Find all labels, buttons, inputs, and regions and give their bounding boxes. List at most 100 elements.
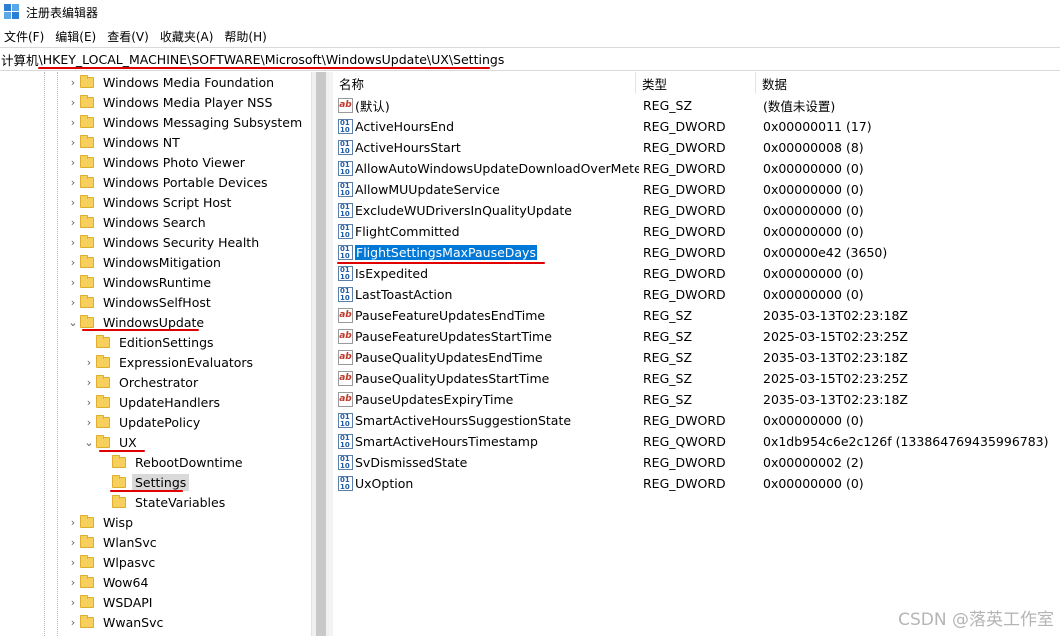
- tree-node[interactable]: › Windows Messaging Subsystem: [66, 112, 305, 132]
- chevron-right-icon[interactable]: ›: [66, 572, 80, 592]
- value-type: REG_DWORD: [643, 413, 726, 428]
- chevron-right-icon[interactable]: ›: [82, 392, 96, 412]
- no-expander: [98, 452, 112, 472]
- value-row[interactable]: ab PauseFeatureUpdatesEndTime REG_SZ 2035-0…: [333, 305, 1060, 326]
- value-row[interactable]: ActiveHoursStart REG_DWORD 0x00000008 (8): [333, 137, 1060, 158]
- chevron-right-icon[interactable]: ›: [66, 612, 80, 632]
- menu-help[interactable]: 帮助(H): [220, 28, 273, 45]
- value-row[interactable]: SmartActiveHoursSuggestionState REG_DWORD…: [333, 410, 1060, 431]
- tree-node[interactable]: › Windows Script Host: [66, 192, 234, 212]
- chevron-right-icon[interactable]: ›: [66, 172, 80, 192]
- tree-node[interactable]: › Windows Portable Devices: [66, 172, 271, 192]
- chevron-right-icon[interactable]: ›: [66, 92, 80, 112]
- value-row[interactable]: UxOption REG_DWORD 0x00000000 (0): [333, 473, 1060, 494]
- chevron-right-icon[interactable]: ›: [66, 272, 80, 292]
- chevron-down-icon[interactable]: ⌄: [66, 312, 80, 332]
- value-row[interactable]: SvDismissedState REG_DWORD 0x00000002 (2): [333, 452, 1060, 473]
- values-list[interactable]: 名称 类型 数据 ab(默认)REG_SZ(数值未设置)ActiveHoursE…: [333, 72, 1060, 636]
- no-expander: [82, 332, 96, 352]
- folder-icon: [80, 274, 94, 288]
- tree-node[interactable]: › Wisp: [66, 512, 136, 532]
- tree-node[interactable]: › Windows Search: [66, 212, 209, 232]
- chevron-right-icon[interactable]: ›: [66, 552, 80, 572]
- chevron-right-icon[interactable]: ›: [66, 132, 80, 152]
- value-row[interactable]: SmartActiveHoursTimestamp REG_QWORD 0x1db9…: [333, 431, 1060, 452]
- value-type: REG_SZ: [643, 350, 693, 365]
- string-value-icon: ab: [338, 371, 353, 386]
- value-data: 0x1db954c6e2c126f (133864769435996783): [763, 434, 1049, 449]
- tree-node[interactable]: › ExpressionEvaluators: [82, 352, 256, 372]
- string-value-icon: ab: [338, 308, 353, 323]
- tree-node[interactable]: › Orchestrator: [82, 372, 201, 392]
- chevron-right-icon[interactable]: ›: [82, 412, 96, 432]
- value-row[interactable]: ab PauseFeatureUpdatesStartTime REG_SZ 2025…: [333, 326, 1060, 347]
- tree-node[interactable]: EditionSettings: [82, 332, 217, 352]
- value-row[interactable]: ab (默认) REG_SZ (数值未设置): [333, 95, 1060, 116]
- value-data: 2035-03-13T02:23:18Z: [763, 308, 908, 323]
- chevron-right-icon[interactable]: ›: [66, 152, 80, 172]
- chevron-right-icon[interactable]: ›: [66, 292, 80, 312]
- tree-node[interactable]: StateVariables: [98, 492, 228, 512]
- value-row[interactable]: ab PauseUpdatesExpiryTime REG_SZ 2035-03-13…: [333, 389, 1060, 410]
- folder-icon: [80, 534, 94, 548]
- chevron-right-icon[interactable]: ›: [66, 112, 80, 132]
- chevron-right-icon[interactable]: ›: [66, 212, 80, 232]
- menu-favorites[interactable]: 收藏夹(A): [156, 28, 221, 45]
- chevron-right-icon[interactable]: ›: [82, 372, 96, 392]
- tree-node[interactable]: › WindowsMitigation: [66, 252, 224, 272]
- tree-node[interactable]: › Wow64: [66, 572, 151, 592]
- value-row[interactable]: AllowMUUpdateService REG_DWORD 0x00000000 …: [333, 179, 1060, 200]
- tree-node[interactable]: › WindowsSelfHost: [66, 292, 214, 312]
- value-row[interactable]: ActiveHoursEnd REG_DWORD 0x00000011 (17): [333, 116, 1060, 137]
- tree-node[interactable]: › Windows Media Player NSS: [66, 92, 275, 112]
- chevron-down-icon[interactable]: ⌄: [82, 432, 96, 452]
- tree-node[interactable]: › WlanSvc: [66, 532, 160, 552]
- tree-node[interactable]: RebootDowntime: [98, 452, 246, 472]
- value-name: ExcludeWUDriversInQualityUpdate: [355, 203, 572, 218]
- column-name[interactable]: 名称: [333, 72, 636, 94]
- value-row[interactable]: ab PauseQualityUpdatesEndTime REG_SZ 2035-0…: [333, 347, 1060, 368]
- tree-node-label: WindowsUpdate: [103, 314, 205, 330]
- chevron-right-icon[interactable]: ›: [66, 592, 80, 612]
- column-type[interactable]: 类型: [636, 72, 756, 94]
- menu-file[interactable]: 文件(F): [0, 28, 51, 45]
- key-tree[interactable]: › Windows Media Foundation › Windows Media …: [0, 72, 311, 636]
- tree-node[interactable]: › Windows Photo Viewer: [66, 152, 248, 172]
- tree-node[interactable]: › UpdateHandlers: [82, 392, 223, 412]
- value-name-cell: SmartActiveHoursSuggestionState: [333, 413, 639, 428]
- value-row[interactable]: LastToastAction REG_DWORD 0x00000000 (0): [333, 284, 1060, 305]
- chevron-right-icon[interactable]: ›: [82, 352, 96, 372]
- tree-node[interactable]: › WSDAPI: [66, 592, 155, 612]
- chevron-right-icon[interactable]: ›: [66, 512, 80, 532]
- value-row[interactable]: IsExpedited REG_DWORD 0x00000000 (0): [333, 263, 1060, 284]
- value-row[interactable]: AllowAutoWindowsUpdateDownloadOverMete..…: [333, 158, 1060, 179]
- string-value-icon: ab: [338, 98, 353, 113]
- chevron-right-icon[interactable]: ›: [66, 252, 80, 272]
- menu-view[interactable]: 查看(V): [103, 28, 156, 45]
- column-data[interactable]: 数据: [756, 72, 1056, 94]
- tree-node[interactable]: ⌄ UX: [82, 432, 140, 452]
- chevron-right-icon[interactable]: ›: [66, 232, 80, 252]
- value-row[interactable]: FlightCommitted REG_DWORD 0x00000000 (0): [333, 221, 1060, 242]
- menu-edit[interactable]: 编辑(E): [51, 28, 103, 45]
- chevron-right-icon[interactable]: ›: [66, 532, 80, 552]
- tree-node[interactable]: › UpdatePolicy: [82, 412, 203, 432]
- value-name-cell: ab (默认): [333, 96, 639, 115]
- tree-node[interactable]: › Wlpasvc: [66, 552, 158, 572]
- tree-scrollbar-thumb[interactable]: [316, 72, 326, 636]
- chevron-right-icon[interactable]: ›: [66, 192, 80, 212]
- folder-icon: [112, 474, 126, 488]
- tree-scrollbar[interactable]: [311, 72, 329, 636]
- tree-node[interactable]: › Windows Security Health: [66, 232, 262, 252]
- tree-node[interactable]: › Windows Media Foundation: [66, 72, 277, 92]
- tree-node[interactable]: › Windows NT: [66, 132, 183, 152]
- tree-node[interactable]: › WwanSvc: [66, 612, 166, 632]
- value-row[interactable]: ab PauseQualityUpdatesStartTime REG_SZ 2025…: [333, 368, 1060, 389]
- value-row[interactable]: ExcludeWUDriversInQualityUpdate REG_DWORD…: [333, 200, 1060, 221]
- value-name-cell: ExcludeWUDriversInQualityUpdate: [333, 203, 639, 218]
- tree-node[interactable]: Settings: [98, 472, 190, 492]
- value-row[interactable]: FlightSettingsMaxPauseDays REG_DWORD 0x000…: [333, 242, 1060, 263]
- watermark: CSDN @落英工作室: [898, 610, 1054, 630]
- chevron-right-icon[interactable]: ›: [66, 72, 80, 92]
- tree-node[interactable]: › WindowsRuntime: [66, 272, 214, 292]
